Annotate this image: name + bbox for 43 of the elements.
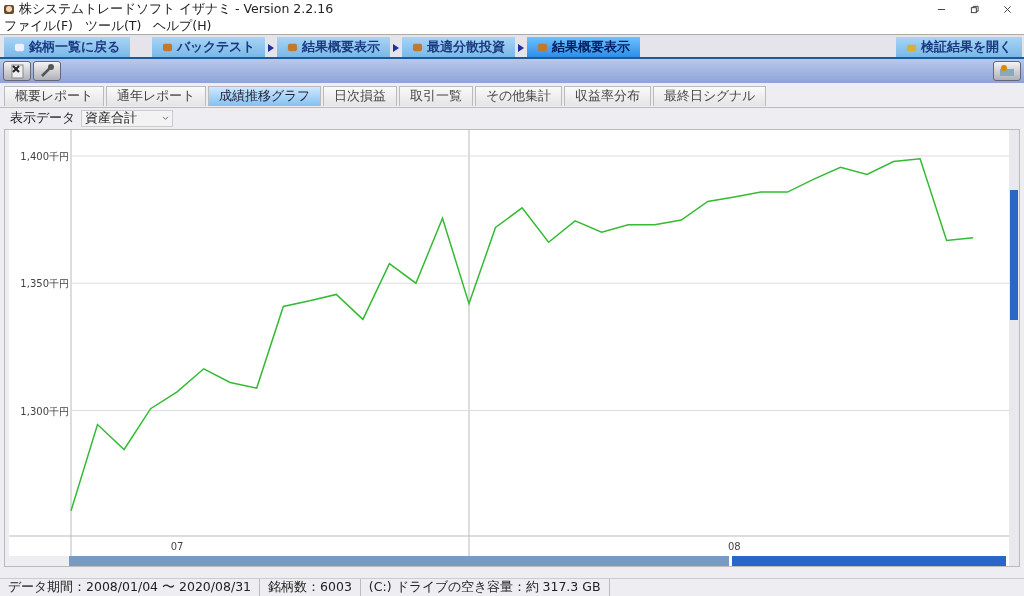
report-tab[interactable]: 通年レポート	[106, 86, 206, 106]
display-data-label: 表示データ	[10, 110, 75, 127]
report-tab[interactable]: 取引一覧	[399, 86, 473, 106]
report-tab[interactable]: その他集計	[475, 86, 562, 106]
tools-button[interactable]	[33, 61, 61, 81]
report-tab[interactable]: 日次損益	[323, 86, 397, 106]
close-icon[interactable]	[1003, 4, 1012, 14]
report-tab[interactable]: 概要レポート	[4, 86, 104, 106]
app-icon	[3, 3, 15, 15]
tab-icon	[287, 41, 298, 53]
report-tab[interactable]: 最終日シグナル	[653, 86, 766, 106]
window-title: 株システムトレードソフト イザナミ - Version 2.2.16	[19, 0, 334, 18]
report-tab[interactable]: 収益率分布	[564, 86, 651, 106]
y-axis-label: 1,300千円	[20, 405, 69, 417]
export-button[interactable]	[993, 61, 1021, 81]
status-text: 銘柄数：6003	[260, 579, 361, 596]
nav-tab[interactable]: 銘柄一覧に戻る	[4, 37, 130, 57]
nav-tab[interactable]: 最適分散投資	[402, 37, 515, 57]
nav-tab[interactable]: バックテスト	[152, 37, 265, 57]
status-text: (C:) ドライブの空き容量：約 317.3 GB	[360, 579, 610, 596]
tab-icon	[14, 41, 25, 53]
status-text: データ期間：2008/01/04 〜 2020/08/31	[0, 579, 261, 596]
x-axis-label: 07	[170, 541, 184, 552]
nav-tab[interactable]: 結果概要表示	[277, 37, 390, 57]
y-axis-label: 1,350千円	[20, 278, 69, 290]
nav-tab[interactable]: 結果概要表示	[527, 37, 640, 57]
x-axis-label: 08	[727, 541, 741, 552]
tab-icon	[412, 41, 423, 53]
image-icon	[997, 63, 1017, 79]
y-axis-label: 1,400千円	[20, 150, 69, 162]
open-results-button[interactable]: 検証結果を開く	[896, 37, 1022, 57]
display-data-dropdown[interactable]: 資産合計	[81, 110, 173, 127]
chevron-icon	[162, 116, 169, 121]
tab-icon	[162, 41, 173, 53]
report-tab[interactable]: 成績推移グラフ	[208, 86, 321, 106]
range-scrollbar[interactable]	[69, 556, 1009, 566]
menu-item[interactable]: ツール(T)	[84, 17, 142, 35]
menu-item[interactable]: ヘルプ(H)	[153, 17, 212, 35]
vertical-scrollbar[interactable]	[1009, 130, 1019, 566]
menu-item[interactable]: ファイル(F)	[4, 17, 73, 35]
csv-export-button[interactable]	[3, 61, 31, 81]
restore-icon[interactable]	[970, 4, 979, 14]
tab-icon	[537, 41, 548, 53]
